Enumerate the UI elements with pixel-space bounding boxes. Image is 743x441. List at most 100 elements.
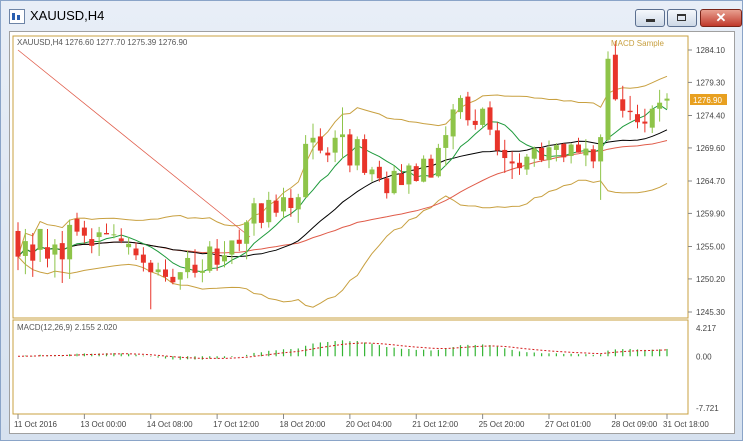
time-tick-label: 17 Oct 12:00 [213,420,259,429]
candle-body [546,147,552,161]
macd-axis-label: 0.00 [696,352,712,361]
time-tick-label: 14 Oct 08:00 [147,420,193,429]
candle-body [185,257,191,273]
candle-body [148,262,154,273]
candle-body [133,248,139,256]
price-tick-label: 1250.20 [696,275,725,284]
candle-body [96,232,102,238]
close-button[interactable]: ✕ [700,9,742,27]
maximize-icon [677,14,686,21]
macd-axis-label: 4.217 [696,324,717,333]
trend-line [17,49,251,238]
candle-body [288,197,294,209]
macd-plot-frame [12,319,689,415]
candle-body [15,230,21,257]
candle-body [635,114,640,123]
candle-body [214,248,220,265]
macd-axis-label: -7.721 [696,404,719,413]
candle-body [458,97,463,113]
price-tick-label: 1259.90 [696,209,725,218]
maximize-button[interactable] [667,9,697,27]
candle-body [524,156,530,170]
candle-body [310,137,316,143]
candle-body [413,166,419,181]
candles [15,41,670,310]
title-bar[interactable]: XAUUSD,H4 ✕ [1,1,742,31]
candle-body [118,238,124,242]
candle-body [421,158,427,182]
candle-body [399,173,404,186]
candle-body [553,145,559,150]
candle-body [620,99,626,111]
macd-histogram: 4.217 0.00 -7.721 [17,324,719,413]
candle-body [207,246,213,271]
candle-body [509,161,515,164]
price-tick-label: 1279.30 [696,78,725,87]
candle-body [347,134,353,166]
candle-body [612,54,618,100]
candle-body [568,144,574,157]
price-tick-label: 1255.00 [696,243,725,252]
time-tick-label: 20 Oct 04:00 [346,420,392,429]
time-tick-label: 25 Oct 20:00 [479,420,525,429]
candle-body [435,147,441,177]
candle-body [163,269,168,277]
candle-body [443,135,449,148]
candle-body [576,144,581,153]
candle-body [266,199,272,223]
candle-body [583,148,589,156]
candle-body [590,149,596,162]
candle-body [502,149,508,159]
candle-body [539,147,545,161]
candle-body [273,200,279,213]
candle-body [177,272,183,280]
candle-body [52,244,58,255]
candle-body [605,58,611,140]
candle-body [155,269,161,273]
candle-body [258,203,264,223]
candle-body [111,234,117,236]
candle-body [251,203,257,224]
candle-body [325,152,331,156]
candle-body [229,240,235,255]
candle-body [627,110,633,113]
indicator-name: MACD Sample [611,39,664,48]
candle-body [480,108,486,125]
candle-body [384,178,390,194]
candle-body [74,218,80,232]
candle-body [664,98,670,101]
candle-body [59,243,65,260]
candle-body [369,169,375,175]
candle-body [376,166,382,179]
candle-body [199,270,205,273]
price-tick-label: 1284.10 [696,46,725,55]
candle-body [332,137,338,153]
candle-body [428,158,434,178]
candle-body [517,162,522,169]
candle-body [657,102,663,109]
time-tick-label: 28 Oct 09:00 [611,420,657,429]
candle-body [406,165,412,185]
price-tick-label: 1264.70 [696,177,725,186]
time-tick-label: 31 Oct 18:00 [663,420,709,429]
candle-body [30,244,36,261]
lower-band [17,179,668,308]
upper-band [17,75,668,257]
chart-area[interactable]: 4.217 0.00 -7.721 1284.10 1279.30 1274.40 126… [9,31,735,434]
macd-header: MACD(12,26,9) 2.155 2.020 [17,323,118,332]
minimize-icon [646,19,655,22]
minimize-button[interactable] [635,9,665,27]
price-tick-label: 1269.60 [696,144,725,153]
time-tick-label: 21 Oct 12:00 [412,420,458,429]
candle-body [472,120,478,125]
candle-body [81,227,87,236]
candle-body [649,108,655,128]
candle-body [170,276,176,283]
current-price-label: 1276.90 [693,96,722,105]
candle-body [450,109,456,137]
candle-body [531,148,537,159]
time-axis: 11 Oct 2016 13 Oct 00:00 14 Oct 08:00 17 Oc… [14,414,709,429]
candle-body [598,137,604,162]
chart-svg[interactable]: 4.217 0.00 -7.721 1284.10 1279.30 1274.40 126… [10,32,734,433]
candle-body [642,121,648,124]
